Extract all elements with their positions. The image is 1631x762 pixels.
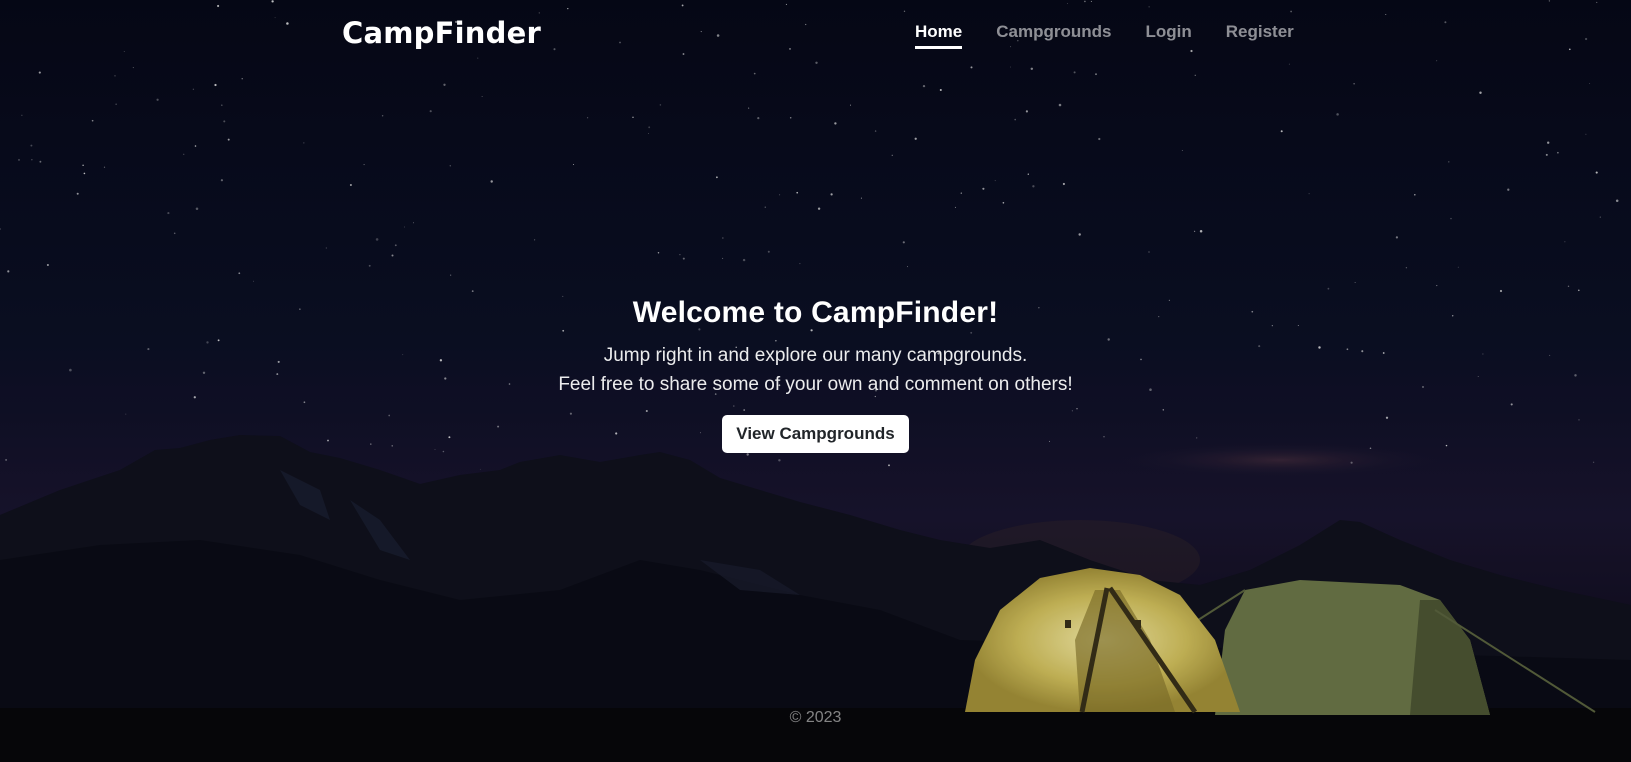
nav-link-home[interactable]: Home [915, 22, 963, 49]
hero-tagline-1: Jump right in and explore our many campg… [603, 345, 1028, 366]
hero-title: Welcome to CampFinder! [632, 296, 999, 329]
nav-link-login[interactable]: Login [1145, 22, 1191, 49]
nav-link-register[interactable]: Register [1226, 22, 1294, 49]
brand-logo[interactable]: CampFinder [342, 16, 541, 50]
hero-tagline-2: Feel free to share some of your own and … [558, 374, 1073, 395]
view-campgrounds-button[interactable]: View Campgrounds [722, 415, 909, 453]
footer-copyright: © 2023 [789, 709, 842, 726]
nav-links: Home Campgrounds Login Register [915, 22, 1294, 49]
nav-link-campgrounds[interactable]: Campgrounds [996, 22, 1111, 49]
hero-section: Welcome to CampFinder! Jump right in and… [0, 296, 1631, 453]
landing-page: CampFinder Home Campgrounds Login Regist… [0, 0, 1631, 762]
navbar: CampFinder Home Campgrounds Login Regist… [0, 0, 1631, 70]
